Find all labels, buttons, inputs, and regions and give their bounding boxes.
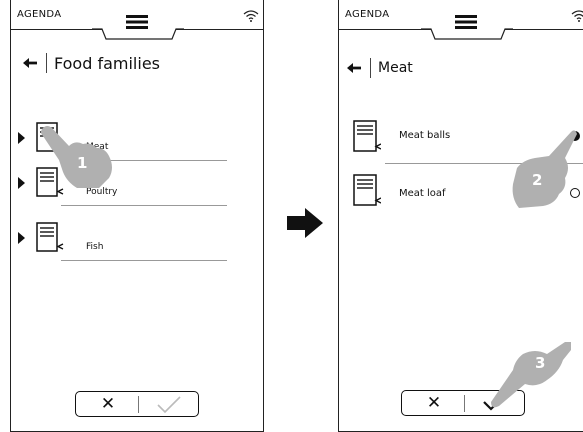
row-divider [61, 205, 227, 206]
header-separator [370, 58, 371, 78]
back-arrow-icon[interactable] [347, 62, 361, 74]
menu-tab[interactable] [92, 0, 184, 40]
step-number: 3 [535, 354, 546, 372]
action-bar: ✕ [75, 391, 199, 417]
status-bar: AGENDA [339, 0, 583, 40]
list-item-label: Meat balls [399, 130, 451, 141]
wifi-icon [571, 10, 583, 22]
menu-icon[interactable] [126, 15, 148, 29]
row-divider [61, 260, 227, 261]
transition-arrow-icon [287, 208, 323, 238]
step-number: 2 [532, 171, 543, 189]
action-divider [464, 395, 465, 412]
right-phone-screen: AGENDA Meat Meat balls Meat loaf 2 ✕ 3 [338, 0, 583, 432]
expand-caret-icon[interactable] [18, 132, 25, 144]
screen-header: Food families [23, 53, 160, 73]
recipe-book-icon [353, 174, 381, 206]
left-phone-screen: AGENDA Food families Meat Poultry Fish 1… [10, 0, 264, 432]
cancel-button[interactable]: ✕ [96, 395, 120, 413]
expand-caret-icon[interactable] [18, 232, 25, 244]
action-divider [138, 396, 139, 413]
back-arrow-icon[interactable] [23, 57, 37, 69]
cancel-button[interactable]: ✕ [422, 394, 446, 412]
menu-tab[interactable] [421, 0, 513, 40]
confirm-button[interactable] [156, 394, 182, 414]
page-title: Food families [54, 53, 160, 73]
pointing-hand-step-3: 3 [491, 340, 573, 414]
screen-header: Meat [347, 58, 413, 78]
header-separator [46, 53, 47, 73]
agenda-label: AGENDA [17, 9, 62, 20]
list-item-label: Meat loaf [399, 188, 446, 199]
pointing-hand-step-1: 1 [39, 124, 115, 194]
recipe-book-icon [36, 222, 64, 252]
status-bar: AGENDA [11, 0, 263, 40]
menu-icon[interactable] [455, 15, 477, 29]
page-title: Meat [378, 60, 413, 76]
list-item-label: Fish [86, 242, 104, 252]
expand-caret-icon[interactable] [18, 177, 25, 189]
pointing-hand-icon [512, 130, 577, 208]
pointing-hand-icon [491, 342, 571, 408]
step-number: 1 [77, 154, 88, 172]
pointing-hand-step-2: 2 [509, 128, 579, 214]
agenda-label: AGENDA [345, 9, 390, 20]
wifi-icon [243, 10, 259, 22]
list-item-fish[interactable]: Fish [11, 220, 265, 262]
recipe-book-icon [353, 120, 381, 152]
